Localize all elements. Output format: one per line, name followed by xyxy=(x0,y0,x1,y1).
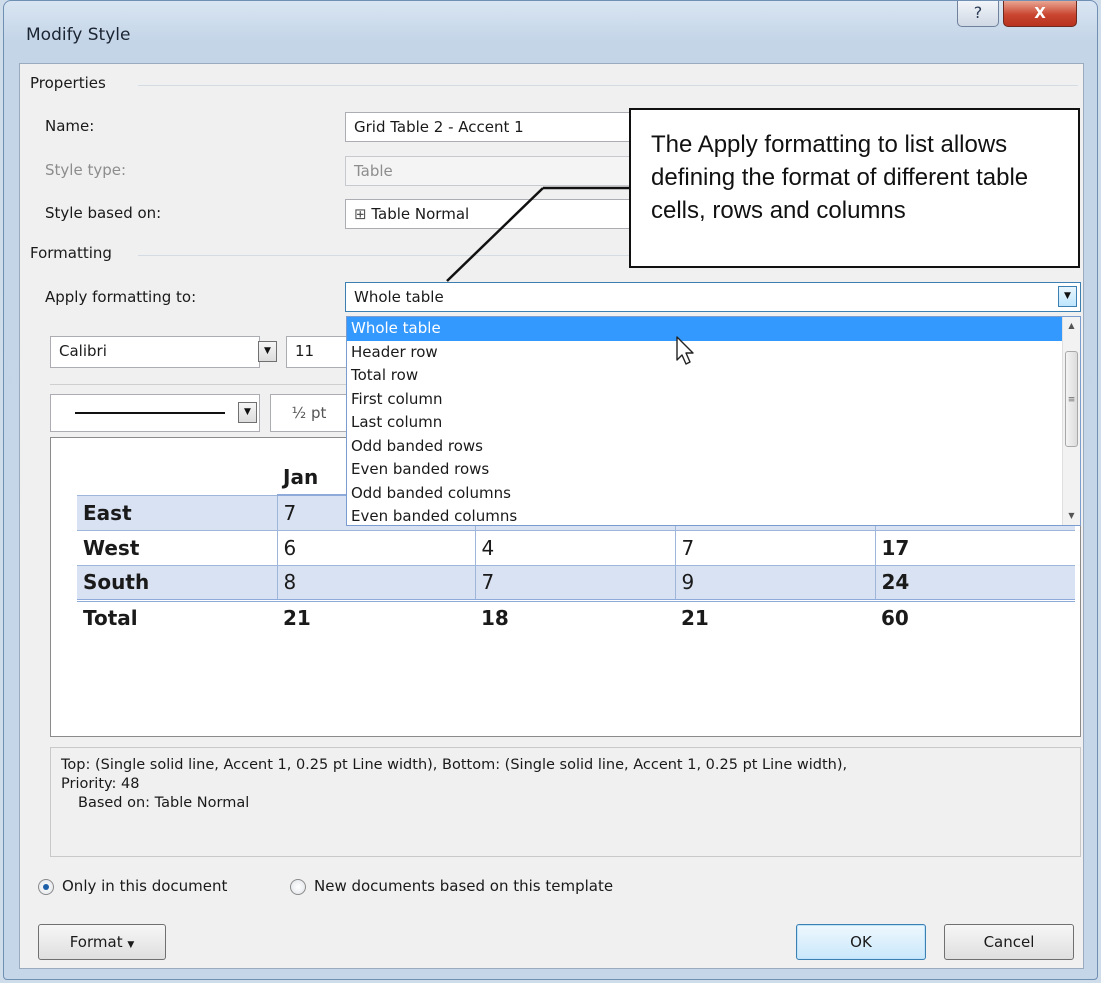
cancel-button[interactable]: Cancel xyxy=(944,924,1074,960)
preview-cell: 17 xyxy=(874,529,1075,566)
preview-cell: 60 xyxy=(875,598,1075,635)
preview-cell: 18 xyxy=(475,598,675,635)
preview-cell: 7 xyxy=(674,529,876,566)
name-label: Name: xyxy=(45,117,95,135)
only-in-document-radio[interactable] xyxy=(38,879,54,895)
callout-text: The Apply formatting to list allows defi… xyxy=(651,131,1029,224)
apply-formatting-value: Whole table xyxy=(354,288,444,306)
help-button[interactable]: ? xyxy=(957,1,999,27)
based-on-select[interactable]: ⊞ Table Normal xyxy=(345,199,635,229)
table-row: South 8 7 9 24 xyxy=(77,564,1075,601)
list-item[interactable]: Even banded columns xyxy=(347,505,1080,525)
caret-down-icon: ▼ xyxy=(127,940,135,950)
new-documents-label[interactable]: New documents based on this template xyxy=(314,877,613,895)
style-type-label: Style type: xyxy=(45,161,127,179)
style-description: Top: (Single solid line, Accent 1, 0.25 … xyxy=(50,747,1081,857)
preview-cell: 6 xyxy=(276,529,476,566)
ok-button[interactable]: OK xyxy=(796,924,926,960)
title-bar: Modify Style ? X xyxy=(4,1,1097,63)
only-in-document-label[interactable]: Only in this document xyxy=(62,877,227,895)
scroll-thumb[interactable]: ≡ xyxy=(1065,351,1078,447)
preview-cell: Total xyxy=(77,598,277,635)
format-button-label: Format xyxy=(69,933,123,951)
list-item[interactable]: Last column xyxy=(347,411,1080,435)
formatting-separator xyxy=(50,384,346,385)
dialog-title: Modify Style xyxy=(26,25,131,45)
preview-cell: East xyxy=(77,494,278,531)
new-documents-radio[interactable] xyxy=(290,879,306,895)
preview-total-row: Total 21 18 21 60 xyxy=(77,598,1075,635)
line-weight-select[interactable]: ½ pt xyxy=(270,394,348,432)
border-style-select[interactable] xyxy=(50,394,260,432)
close-button[interactable]: X xyxy=(1003,1,1077,27)
description-line: Priority: 48 xyxy=(61,776,140,792)
preview-cell: 8 xyxy=(276,564,476,601)
font-size-select[interactable]: 11 xyxy=(286,336,348,368)
apply-formatting-listbox[interactable]: Whole table Header row Total row First c… xyxy=(346,316,1081,526)
based-on-value: Table Normal xyxy=(371,205,470,223)
preview-cell: West xyxy=(77,529,278,566)
scroll-down-icon[interactable]: ▼ xyxy=(1063,507,1080,525)
border-style-dropdown-icon[interactable]: ▼ xyxy=(238,402,257,423)
description-line: Top: (Single solid line, Accent 1, 0.25 … xyxy=(61,757,848,773)
preview-cell xyxy=(77,460,277,495)
format-button[interactable]: Format ▼ xyxy=(38,924,166,960)
preview-cell: 21 xyxy=(277,598,475,635)
list-item[interactable]: Even banded rows xyxy=(347,458,1080,482)
list-item[interactable]: Total row xyxy=(347,364,1080,388)
name-input[interactable]: Grid Table 2 - Accent 1 xyxy=(345,112,635,142)
callout-box: The Apply formatting to list allows defi… xyxy=(629,108,1080,268)
properties-heading: Properties xyxy=(30,74,106,92)
listbox-scrollbar[interactable]: ▲ ≡ ▼ xyxy=(1062,317,1080,525)
apply-formatting-select[interactable]: Whole table xyxy=(345,282,1081,312)
scroll-up-icon[interactable]: ▲ xyxy=(1063,317,1080,335)
list-item[interactable]: Whole table xyxy=(347,317,1080,341)
table-row: West 6 4 7 17 xyxy=(77,529,1075,566)
description-line: Based on: Table Normal xyxy=(78,795,250,811)
formatting-heading: Formatting xyxy=(30,244,112,262)
font-select[interactable]: Calibri xyxy=(50,336,260,368)
list-item[interactable]: First column xyxy=(347,388,1080,412)
solid-line-icon xyxy=(75,412,225,414)
apply-formatting-label: Apply formatting to: xyxy=(45,288,197,306)
list-item[interactable]: Header row xyxy=(347,341,1080,365)
mouse-pointer-icon xyxy=(676,336,694,365)
based-on-label: Style based on: xyxy=(45,204,162,222)
preview-cell: South xyxy=(77,564,278,601)
preview-cell: 9 xyxy=(674,564,876,601)
font-dropdown-icon[interactable]: ▼ xyxy=(258,341,277,362)
list-item[interactable]: Odd banded rows xyxy=(347,435,1080,459)
apply-formatting-dropdown-icon[interactable]: ▼ xyxy=(1058,286,1077,307)
preview-cell: 21 xyxy=(675,598,875,635)
preview-cell: 4 xyxy=(474,529,676,566)
table-grid-icon: ⊞ xyxy=(354,205,372,223)
list-item[interactable]: Odd banded columns xyxy=(347,482,1080,506)
style-type-select[interactable]: Table xyxy=(345,156,635,186)
properties-divider xyxy=(138,85,1078,86)
preview-cell: 24 xyxy=(874,564,1075,601)
preview-cell: 7 xyxy=(474,564,676,601)
